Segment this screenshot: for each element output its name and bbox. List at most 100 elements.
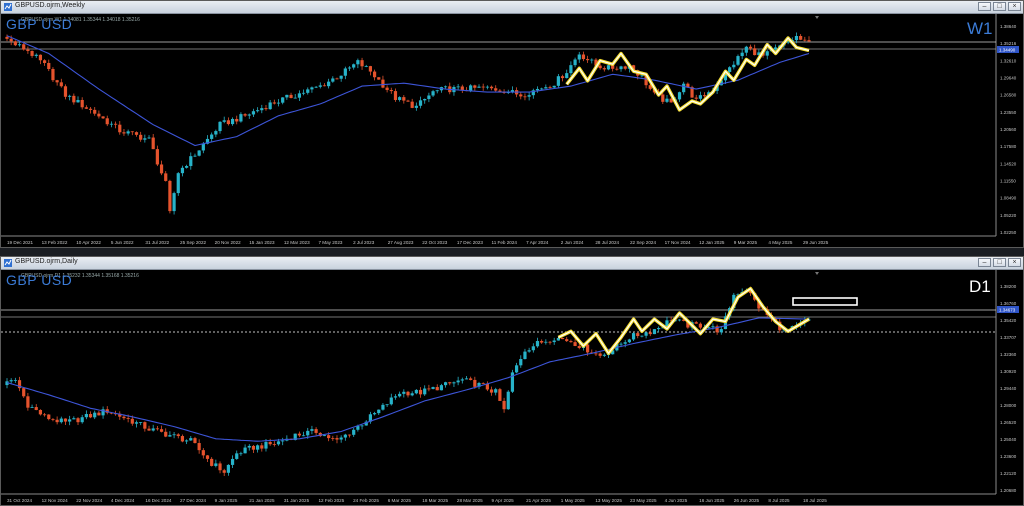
candle (414, 102, 418, 111)
candle-body (648, 332, 652, 335)
candle-body (389, 90, 393, 92)
candle (565, 69, 569, 79)
price-tick-label: 1.08490 (1000, 196, 1017, 201)
close-button[interactable]: × (1008, 258, 1021, 267)
candle-body (105, 118, 109, 125)
candle-body (151, 137, 155, 150)
date-tick-label: 13 May 2025 (595, 498, 622, 503)
candle-body (230, 458, 235, 465)
candle-body (402, 391, 406, 394)
maximize-button[interactable]: □ (993, 258, 1006, 267)
candle-body (544, 341, 548, 343)
candle-body (494, 389, 498, 393)
candle-body (736, 56, 740, 65)
maximize-button[interactable]: □ (993, 2, 1006, 11)
candle (105, 115, 109, 127)
weekly-title-bar[interactable]: GBPUSD.ojrm,Weekly – □ × (1, 1, 1023, 14)
candle (489, 85, 494, 91)
candle (168, 179, 172, 214)
minimize-button[interactable]: – (978, 258, 991, 267)
candle-body (34, 407, 38, 410)
candle-body (765, 51, 769, 56)
minimize-button[interactable]: – (978, 2, 991, 11)
candle (47, 414, 51, 421)
candle-body (42, 60, 47, 63)
candle-body (201, 450, 205, 456)
candle (84, 410, 88, 420)
candle-body (452, 382, 456, 384)
candle (677, 319, 682, 322)
candle-body (59, 82, 63, 87)
daily-chart-window[interactable]: GBPUSD.ojrm,Daily – □ × 1.38200 1.36760 1.… (0, 256, 1024, 506)
candle-body (423, 98, 427, 101)
candle-body (26, 49, 30, 52)
candle (527, 347, 531, 353)
candle (327, 78, 331, 89)
candle (494, 85, 498, 92)
candle (443, 381, 448, 388)
candle-body (327, 435, 331, 439)
candle-body (560, 338, 565, 340)
weekly-candlestick-chart[interactable]: 1.38640 1.35216 1.32610 1.29640 1.26580 1.235… (1, 14, 1023, 247)
candle-body (548, 341, 552, 343)
candle-body (540, 88, 544, 90)
candle (260, 104, 264, 114)
candle-body (235, 453, 239, 459)
candle (193, 436, 197, 444)
candle-body (427, 388, 431, 390)
candle-body (289, 94, 293, 99)
chart-shift-marker (815, 16, 819, 19)
candle (569, 61, 573, 76)
daily-title-bar[interactable]: GBPUSD.ojrm,Daily – □ × (1, 257, 1023, 270)
date-tick-label: 11 Feb 2024 (492, 240, 518, 245)
candle-body (502, 400, 506, 410)
candle-body (460, 379, 464, 381)
candle (251, 108, 256, 117)
candle-body (473, 85, 477, 88)
daily-candlestick-chart[interactable]: 1.38200 1.36760 1.35420 1.33707 1.32360 1.309… (1, 270, 1023, 505)
candle-body (489, 389, 494, 393)
candle (272, 441, 276, 447)
candle-body (335, 78, 339, 80)
target-zone-box (792, 297, 858, 306)
candle (109, 121, 114, 128)
candle (26, 392, 30, 411)
candle-body (586, 59, 590, 61)
candle-body (590, 59, 594, 61)
candle-body (222, 120, 226, 122)
candle-body (155, 428, 159, 430)
candle (9, 378, 13, 384)
candle (105, 406, 109, 415)
candle (615, 66, 619, 71)
candle (164, 428, 168, 438)
candle (502, 397, 506, 413)
close-button[interactable]: × (1008, 2, 1021, 11)
candle (243, 444, 247, 454)
candle-body (489, 86, 494, 89)
candle (402, 95, 406, 104)
candle-body (139, 422, 143, 423)
candle-body (360, 60, 364, 67)
candle (256, 444, 260, 453)
candle (210, 457, 214, 467)
candle (51, 418, 55, 422)
candle-body (197, 150, 201, 156)
window-title: GBPUSD.ojrm,Weekly (15, 2, 85, 9)
candle-body (418, 389, 423, 395)
candle-body (581, 54, 586, 60)
candle (372, 69, 377, 81)
candle-body (560, 76, 565, 79)
candle-body (698, 95, 702, 99)
candle (185, 164, 189, 169)
candle (481, 382, 485, 384)
candle (623, 65, 627, 71)
weekly-chart-window[interactable]: GBPUSD.ojrm,Weekly – □ × 1.38640 1.35216 1… (0, 0, 1024, 248)
candle-body (623, 66, 627, 69)
candle (256, 107, 260, 113)
candle-body (485, 86, 489, 88)
candle-body (55, 80, 59, 83)
date-tick-label: 2 Jun 2024 (561, 240, 584, 245)
candle (118, 411, 122, 420)
candle (339, 75, 343, 82)
candle-body (205, 455, 210, 459)
